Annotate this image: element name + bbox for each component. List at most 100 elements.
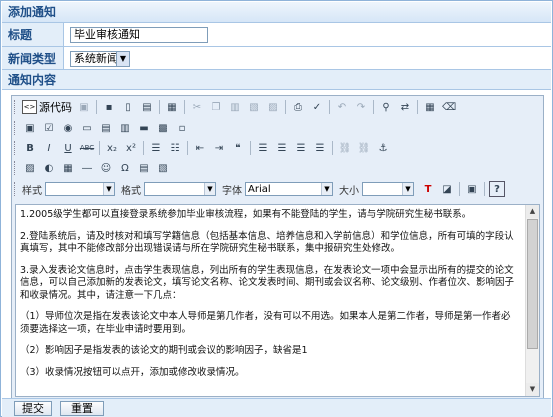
align-justify-icon[interactable]: ☰ xyxy=(312,140,328,156)
style-select[interactable]: ▼ xyxy=(45,182,115,196)
news-type-select[interactable]: 系统新闻 ▼ xyxy=(70,51,130,67)
table-icon[interactable]: ▦ xyxy=(60,160,76,176)
title-label: 标题 xyxy=(2,23,64,46)
form-icon[interactable]: ▣ xyxy=(22,120,38,136)
textarea-icon[interactable]: ▤ xyxy=(98,120,114,136)
bulleted-list-icon[interactable]: ☷ xyxy=(167,140,183,156)
undo-icon[interactable]: ↶ xyxy=(334,99,350,115)
align-center-icon[interactable]: ☰ xyxy=(274,140,290,156)
underline-button[interactable]: U xyxy=(60,140,76,156)
templates-icon[interactable]: ▦ xyxy=(164,99,180,115)
print-icon[interactable]: ⎙ xyxy=(290,99,306,115)
toolbar-grip xyxy=(14,161,19,175)
paste-text-icon[interactable]: ▧ xyxy=(246,99,262,115)
iframe-icon[interactable]: ▧ xyxy=(155,160,171,176)
unlink-icon[interactable]: ⛓ xyxy=(356,140,372,156)
select-all-icon[interactable]: ▦ xyxy=(422,99,438,115)
align-left-icon[interactable]: ☰ xyxy=(255,140,271,156)
indent-icon[interactable]: ⇥ xyxy=(211,140,227,156)
numbered-list-icon[interactable]: ☰ xyxy=(148,140,164,156)
remove-format-icon[interactable]: ⌫ xyxy=(441,99,457,115)
anchor-icon[interactable]: ⚓ xyxy=(375,140,391,156)
chevron-down-icon: ▼ xyxy=(204,183,215,195)
separator xyxy=(143,141,144,155)
title-row: 标题 毕业审核通知 xyxy=(2,23,551,47)
font-select[interactable]: Arial ▼ xyxy=(245,182,333,196)
image-icon[interactable]: ▨ xyxy=(22,160,38,176)
scroll-up-icon[interactable]: ▲ xyxy=(526,205,539,218)
preview-icon[interactable]: ▤ xyxy=(139,99,155,115)
textfield-icon[interactable]: ▭ xyxy=(79,120,95,136)
paste-icon[interactable]: ▥ xyxy=(227,99,243,115)
reset-button[interactable]: 重置 xyxy=(60,401,104,416)
source-icon: <> xyxy=(22,100,37,114)
save-doc-icon[interactable]: ▪ xyxy=(101,99,117,115)
font-label: 字体 xyxy=(222,185,242,197)
separator xyxy=(329,100,330,114)
separator xyxy=(484,182,485,196)
checkbox-icon[interactable]: ☑ xyxy=(41,120,57,136)
select-field-icon[interactable]: ▥ xyxy=(117,120,133,136)
paragraph: （1）导师位次是指在发表该论文中本人导师是第几作者，没有可以不用选。如果本人是第… xyxy=(20,311,511,335)
size-label: 大小 xyxy=(339,185,359,197)
separator xyxy=(99,141,100,155)
blockquote-icon[interactable]: ❝ xyxy=(230,140,246,156)
find-icon[interactable]: ⚲ xyxy=(378,99,394,115)
page-break-icon[interactable]: ▤ xyxy=(136,160,152,176)
save-icon[interactable]: ▣ xyxy=(76,99,92,115)
submit-button[interactable]: 提交 xyxy=(14,401,52,416)
strike-button[interactable]: ABC xyxy=(79,140,95,156)
maximize-icon[interactable]: ▣ xyxy=(464,181,480,197)
type-label: 新闻类型 xyxy=(2,47,64,69)
title-input[interactable]: 毕业审核通知 xyxy=(70,27,208,43)
content-label: 通知内容 xyxy=(2,70,551,90)
style-label: 样式 xyxy=(22,185,42,197)
separator xyxy=(373,100,374,114)
outdent-icon[interactable]: ⇤ xyxy=(192,140,208,156)
separator xyxy=(417,100,418,114)
toolbar-grip xyxy=(14,121,19,135)
format-select[interactable]: ▼ xyxy=(144,182,216,196)
italic-button[interactable]: I xyxy=(41,140,57,156)
paste-word-icon[interactable]: ▨ xyxy=(265,99,281,115)
link-icon[interactable]: ⛓ xyxy=(337,140,353,156)
vertical-scrollbar[interactable]: ▲ ▼ xyxy=(525,205,539,396)
help-button[interactable]: ? xyxy=(489,181,505,197)
hidden-field-icon[interactable]: ▫ xyxy=(174,120,190,136)
paragraph: （3）收录情况按钮可以点开，添加或修改收录情况。 xyxy=(20,366,245,378)
paragraph: （2）影响因子是指发表的该论文的期刊或会议的影响因子，缺省是1 xyxy=(20,345,308,356)
align-right-icon[interactable]: ☰ xyxy=(293,140,309,156)
copy-icon[interactable]: ❐ xyxy=(208,99,224,115)
chevron-down-icon: ▼ xyxy=(402,183,413,195)
separator xyxy=(96,100,97,114)
image-button-icon[interactable]: ▩ xyxy=(155,120,171,136)
horizontal-rule-icon[interactable]: ― xyxy=(79,160,95,176)
news-type-value: 系统新闻 xyxy=(74,52,118,65)
chevron-down-icon: ▼ xyxy=(321,183,332,195)
size-select[interactable]: ▼ xyxy=(362,182,414,196)
smiley-icon[interactable]: ☺ xyxy=(98,160,114,176)
new-page-icon[interactable]: ▯ xyxy=(120,99,136,115)
source-button[interactable]: <> 源代码 xyxy=(22,99,72,115)
toolbar-row-2: ▣ ☑ ◉ ▭ ▤ ▥ ▬ ▩ ▫ xyxy=(14,119,539,137)
scroll-thumb[interactable] xyxy=(527,219,538,349)
chevron-down-icon[interactable]: ▼ xyxy=(116,52,129,66)
flash-icon[interactable]: ◐ xyxy=(41,160,57,176)
replace-icon[interactable]: ⇄ xyxy=(397,99,413,115)
radio-icon[interactable]: ◉ xyxy=(60,120,76,136)
cut-icon[interactable]: ✂ xyxy=(189,99,205,115)
subscript-button[interactable]: x₂ xyxy=(104,140,120,156)
spellcheck-icon[interactable]: ✓ xyxy=(309,99,325,115)
button-field-icon[interactable]: ▬ xyxy=(136,120,152,136)
bg-color-icon[interactable]: ◪ xyxy=(439,181,455,197)
scroll-down-icon[interactable]: ▼ xyxy=(526,383,539,396)
superscript-button[interactable]: x² xyxy=(123,140,139,156)
special-char-icon[interactable]: Ω xyxy=(117,160,133,176)
bold-button[interactable]: B xyxy=(22,140,38,156)
separator xyxy=(187,141,188,155)
paragraph: 1.2005级学生都可以直接登录系统参加毕业审核流程，如果有不能登陆的学生，请与… xyxy=(20,209,472,220)
redo-icon[interactable]: ↷ xyxy=(353,99,369,115)
text-color-button[interactable]: T xyxy=(420,181,436,197)
toolbar-row-4: ▨ ◐ ▦ ― ☺ Ω ▤ ▧ xyxy=(14,159,539,177)
editor-content[interactable]: 1.2005级学生都可以直接登录系统参加毕业审核流程，如果有不能登陆的学生，请与… xyxy=(15,204,540,397)
